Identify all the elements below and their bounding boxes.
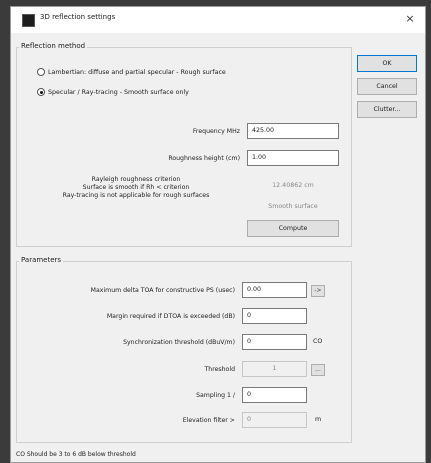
window-title: 3D reflection settings — [40, 13, 116, 21]
threshold-label: Threshold — [204, 366, 236, 373]
reflection-settings-dialog: 3D reflection settings × Reflection meth… — [10, 6, 426, 463]
margin-label: Margin required if DTOA is exceeded (dB) — [106, 313, 235, 320]
frequency-label: Frequency MHz — [192, 128, 240, 135]
ok-button[interactable]: OK — [357, 55, 417, 72]
roughness-input[interactable]: 1.00 — [247, 150, 339, 166]
threshold-input: 1 — [242, 361, 307, 377]
close-icon[interactable]: × — [403, 11, 417, 27]
elevation-filter-unit: m — [315, 416, 322, 423]
radio-specular-label: Specular / Ray-tracing - Smooth surface … — [48, 88, 189, 96]
title-bar: 3D reflection settings × — [11, 7, 425, 33]
criterion-value: 12.40862 cm — [272, 182, 314, 189]
max-delta-toa-label: Maximum delta TOA for constructive PS (u… — [90, 287, 235, 294]
sync-threshold-label: Synchronization threshold (dBuV/m) — [123, 339, 235, 346]
radio-specular[interactable]: Specular / Ray-tracing - Smooth surface … — [37, 88, 189, 96]
sync-threshold-input[interactable]: 0 — [242, 334, 307, 350]
elevation-filter-label: Elevation filter > — [182, 417, 235, 424]
footer-note: CO Should be 3 to 6 dB below threshold — [16, 451, 136, 458]
criterion-result: Smooth surface — [268, 203, 318, 210]
radio-lambertian[interactable]: Lambertian: diffuse and partial specular… — [37, 68, 226, 76]
criterion-line-3: Ray-tracing is not applicable for rough … — [62, 192, 210, 199]
reflection-method-group — [16, 47, 352, 247]
parameters-label: Parameters — [19, 256, 64, 264]
clutter-button[interactable]: Clutter... — [357, 101, 417, 118]
cancel-button[interactable]: Cancel — [357, 78, 417, 95]
radio-specular-circle[interactable] — [37, 88, 45, 96]
radio-lambertian-label: Lambertian: diffuse and partial specular… — [48, 68, 226, 76]
app-icon — [22, 14, 35, 27]
sampling-input[interactable]: 0 — [242, 387, 307, 403]
radio-lambertian-circle[interactable] — [37, 68, 45, 76]
elevation-filter-input: 0 — [242, 412, 307, 428]
roughness-label: Roughness height (cm) — [168, 155, 240, 162]
reflection-method-label: Reflection method — [19, 42, 88, 50]
criterion-line-2: Surface is smooth if Rh < criterion — [82, 184, 190, 191]
criterion-line-1: Rayleigh roughness criterion — [91, 176, 181, 183]
max-delta-toa-arrow-button[interactable]: -> — [311, 285, 325, 297]
margin-input[interactable]: 0 — [242, 308, 307, 324]
max-delta-toa-input[interactable]: 0.00 — [242, 282, 307, 298]
compute-button[interactable]: Compute — [247, 220, 339, 237]
sampling-label: Sampling 1 / — [196, 392, 235, 399]
threshold-more-button[interactable]: ... — [311, 364, 325, 376]
sync-threshold-unit: CO — [313, 338, 323, 345]
frequency-input[interactable]: 425.00 — [247, 123, 339, 139]
